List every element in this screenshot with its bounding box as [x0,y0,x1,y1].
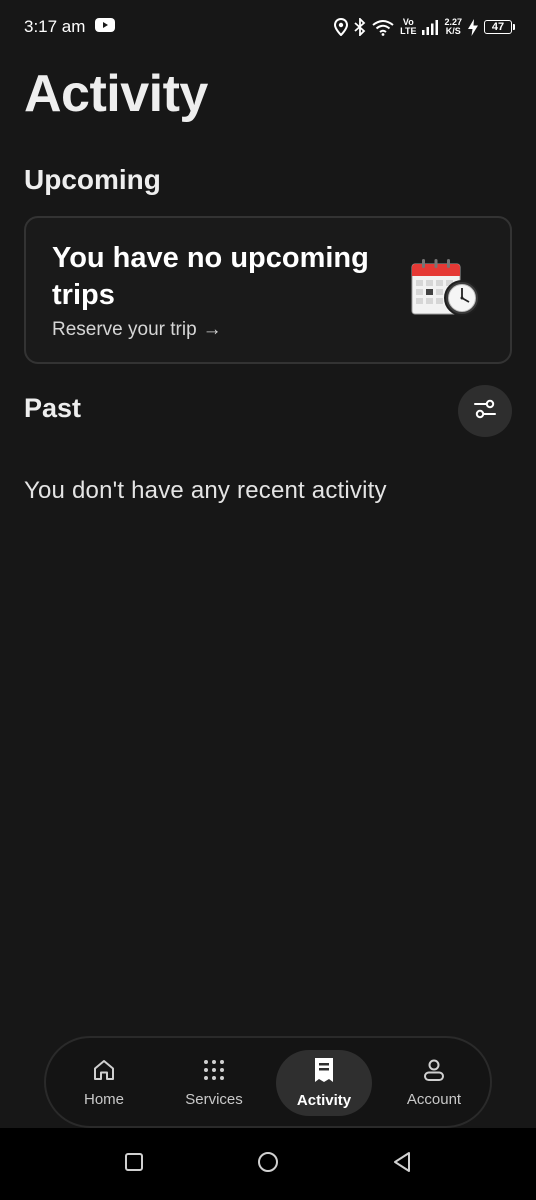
upcoming-heading: Upcoming [24,164,161,195]
reserve-trip-link[interactable]: Reserve your trip → [52,319,222,341]
battery-level: 47 [491,21,505,33]
network-type: Vo LTE [400,18,416,36]
location-icon [334,18,349,36]
nav-label-services: Services [185,1091,243,1108]
status-right: Vo LTE 2.27 K/S 47 [334,18,515,36]
back-button[interactable] [386,1148,418,1180]
page-title: Activity [24,65,208,123]
signal-icon [422,19,439,35]
status-bar: 3:17 am Vo LTE 2.27 K/S 47 [0,0,536,54]
calendar-clock-icon [410,256,484,320]
recent-apps-button[interactable] [118,1148,150,1180]
nav-label-activity: Activity [296,1092,352,1109]
arrow-right-icon: → [202,319,222,340]
network-speed: 2.27 K/S [444,18,462,36]
home-system-button[interactable] [252,1148,284,1180]
grid-icon [202,1058,226,1087]
youtube-icon [95,17,116,37]
upcoming-trips-card[interactable]: You have no upcoming trips Reserve your … [24,216,512,364]
square-icon [124,1152,144,1177]
system-navigation-bar [0,1128,536,1200]
nav-label-account: Account [406,1091,462,1108]
nav-label-home: Home [83,1091,124,1108]
empty-activity-message: You don't have any recent activity [24,477,387,504]
back-triangle-icon [392,1151,412,1178]
battery-icon: 47 [484,20,515,34]
network-type-bottom: LTE [400,26,417,36]
filter-button[interactable] [458,385,512,437]
circle-icon [257,1151,279,1178]
activity-screen: 3:17 am Vo LTE 2.27 K/S 47 Activity Upco… [0,0,536,1200]
charging-icon [468,18,478,36]
home-icon [92,1058,116,1087]
person-icon [422,1058,446,1087]
wifi-icon [372,19,394,36]
nav-item-activity[interactable]: Activity [276,1050,372,1116]
past-heading: Past [24,393,82,423]
card-title: You have no upcoming trips [52,242,369,311]
bottom-nav: Home Services Activity Account [44,1036,492,1128]
nav-item-home[interactable]: Home [56,1050,152,1116]
receipt-icon [313,1057,335,1088]
bluetooth-icon [354,18,366,36]
filter-icon [473,398,497,425]
nav-item-services[interactable]: Services [166,1050,262,1116]
status-left: 3:17 am [24,17,116,37]
network-speed-unit: K/S [445,26,461,36]
nav-item-account[interactable]: Account [386,1050,482,1116]
reserve-trip-label: Reserve your trip [52,319,197,340]
status-time: 3:17 am [24,17,86,36]
